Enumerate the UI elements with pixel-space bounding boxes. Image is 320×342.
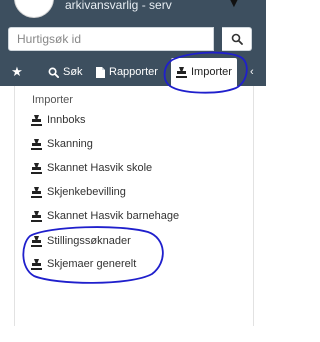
list-item-skannet-hasvik-barnehage[interactable]: Skannet Hasvik barnehage: [31, 208, 179, 224]
list-item-label: Stillingssøknader: [47, 235, 131, 247]
search-icon: [231, 33, 243, 45]
tab-label: Importer: [191, 66, 232, 78]
import-stamp-icon: [31, 258, 42, 270]
more-icon: ‹: [250, 66, 254, 78]
list-item-skjenkebevilling[interactable]: Skjenkebevilling: [31, 184, 126, 200]
import-stamp-icon: [31, 162, 42, 174]
tab-importer[interactable]: Importer: [171, 58, 237, 86]
file-icon: [96, 66, 105, 78]
tab-label: Rapporter: [109, 66, 158, 78]
import-stamp-icon: [31, 114, 42, 126]
list-header: Importer: [32, 94, 73, 106]
search-icon: [48, 67, 59, 78]
list-item-skanning[interactable]: Skanning: [31, 136, 93, 152]
import-stamp-icon: [31, 235, 42, 247]
list-item-skjemaer-generelt[interactable]: Skjemaer generelt: [31, 256, 136, 272]
list-item-skannet-hasvik-skole[interactable]: Skannet Hasvik skole: [31, 160, 152, 176]
app-header: arkivansvarlig - serv ▼: [0, 0, 266, 22]
star-icon: ★: [11, 64, 23, 79]
tab-label: Søk: [63, 66, 83, 78]
list-item-label: Skjenkebevilling: [47, 186, 126, 198]
quick-search-input[interactable]: [8, 27, 214, 51]
list-item-label: Skannet Hasvik barnehage: [47, 210, 180, 222]
list-item-innboks[interactable]: Innboks: [31, 112, 86, 128]
tab-favorites[interactable]: ★: [7, 58, 27, 86]
tab-sok[interactable]: Søk: [48, 58, 83, 86]
list-item-label: Innboks: [47, 114, 86, 126]
tab-rapporter[interactable]: Rapporter: [96, 58, 164, 86]
user-label: arkivansvarlig - serv: [65, 0, 172, 12]
import-stamp-icon: [31, 138, 42, 150]
search-button[interactable]: [222, 27, 252, 51]
list-item-stillingssoknader[interactable]: Stillingssøknader: [31, 233, 131, 249]
tab-bar: ★ Søk Rapporter Importer ‹: [0, 58, 266, 86]
chevron-down-icon[interactable]: ▼: [226, 0, 242, 12]
list-item-label: Skjemaer generelt: [47, 258, 137, 270]
list-item-label: Skanning: [47, 138, 93, 150]
list-item-label: Skannet Hasvik skole: [47, 162, 153, 174]
import-stamp-icon: [31, 186, 42, 198]
import-stamp-icon: [176, 66, 187, 78]
quick-search-bar: [0, 22, 266, 58]
import-list: Importer Innboks Skanning Skannet Hasvik…: [14, 86, 254, 326]
import-stamp-icon: [31, 210, 42, 222]
avatar[interactable]: [14, 0, 54, 18]
tab-more[interactable]: ‹: [250, 58, 254, 86]
